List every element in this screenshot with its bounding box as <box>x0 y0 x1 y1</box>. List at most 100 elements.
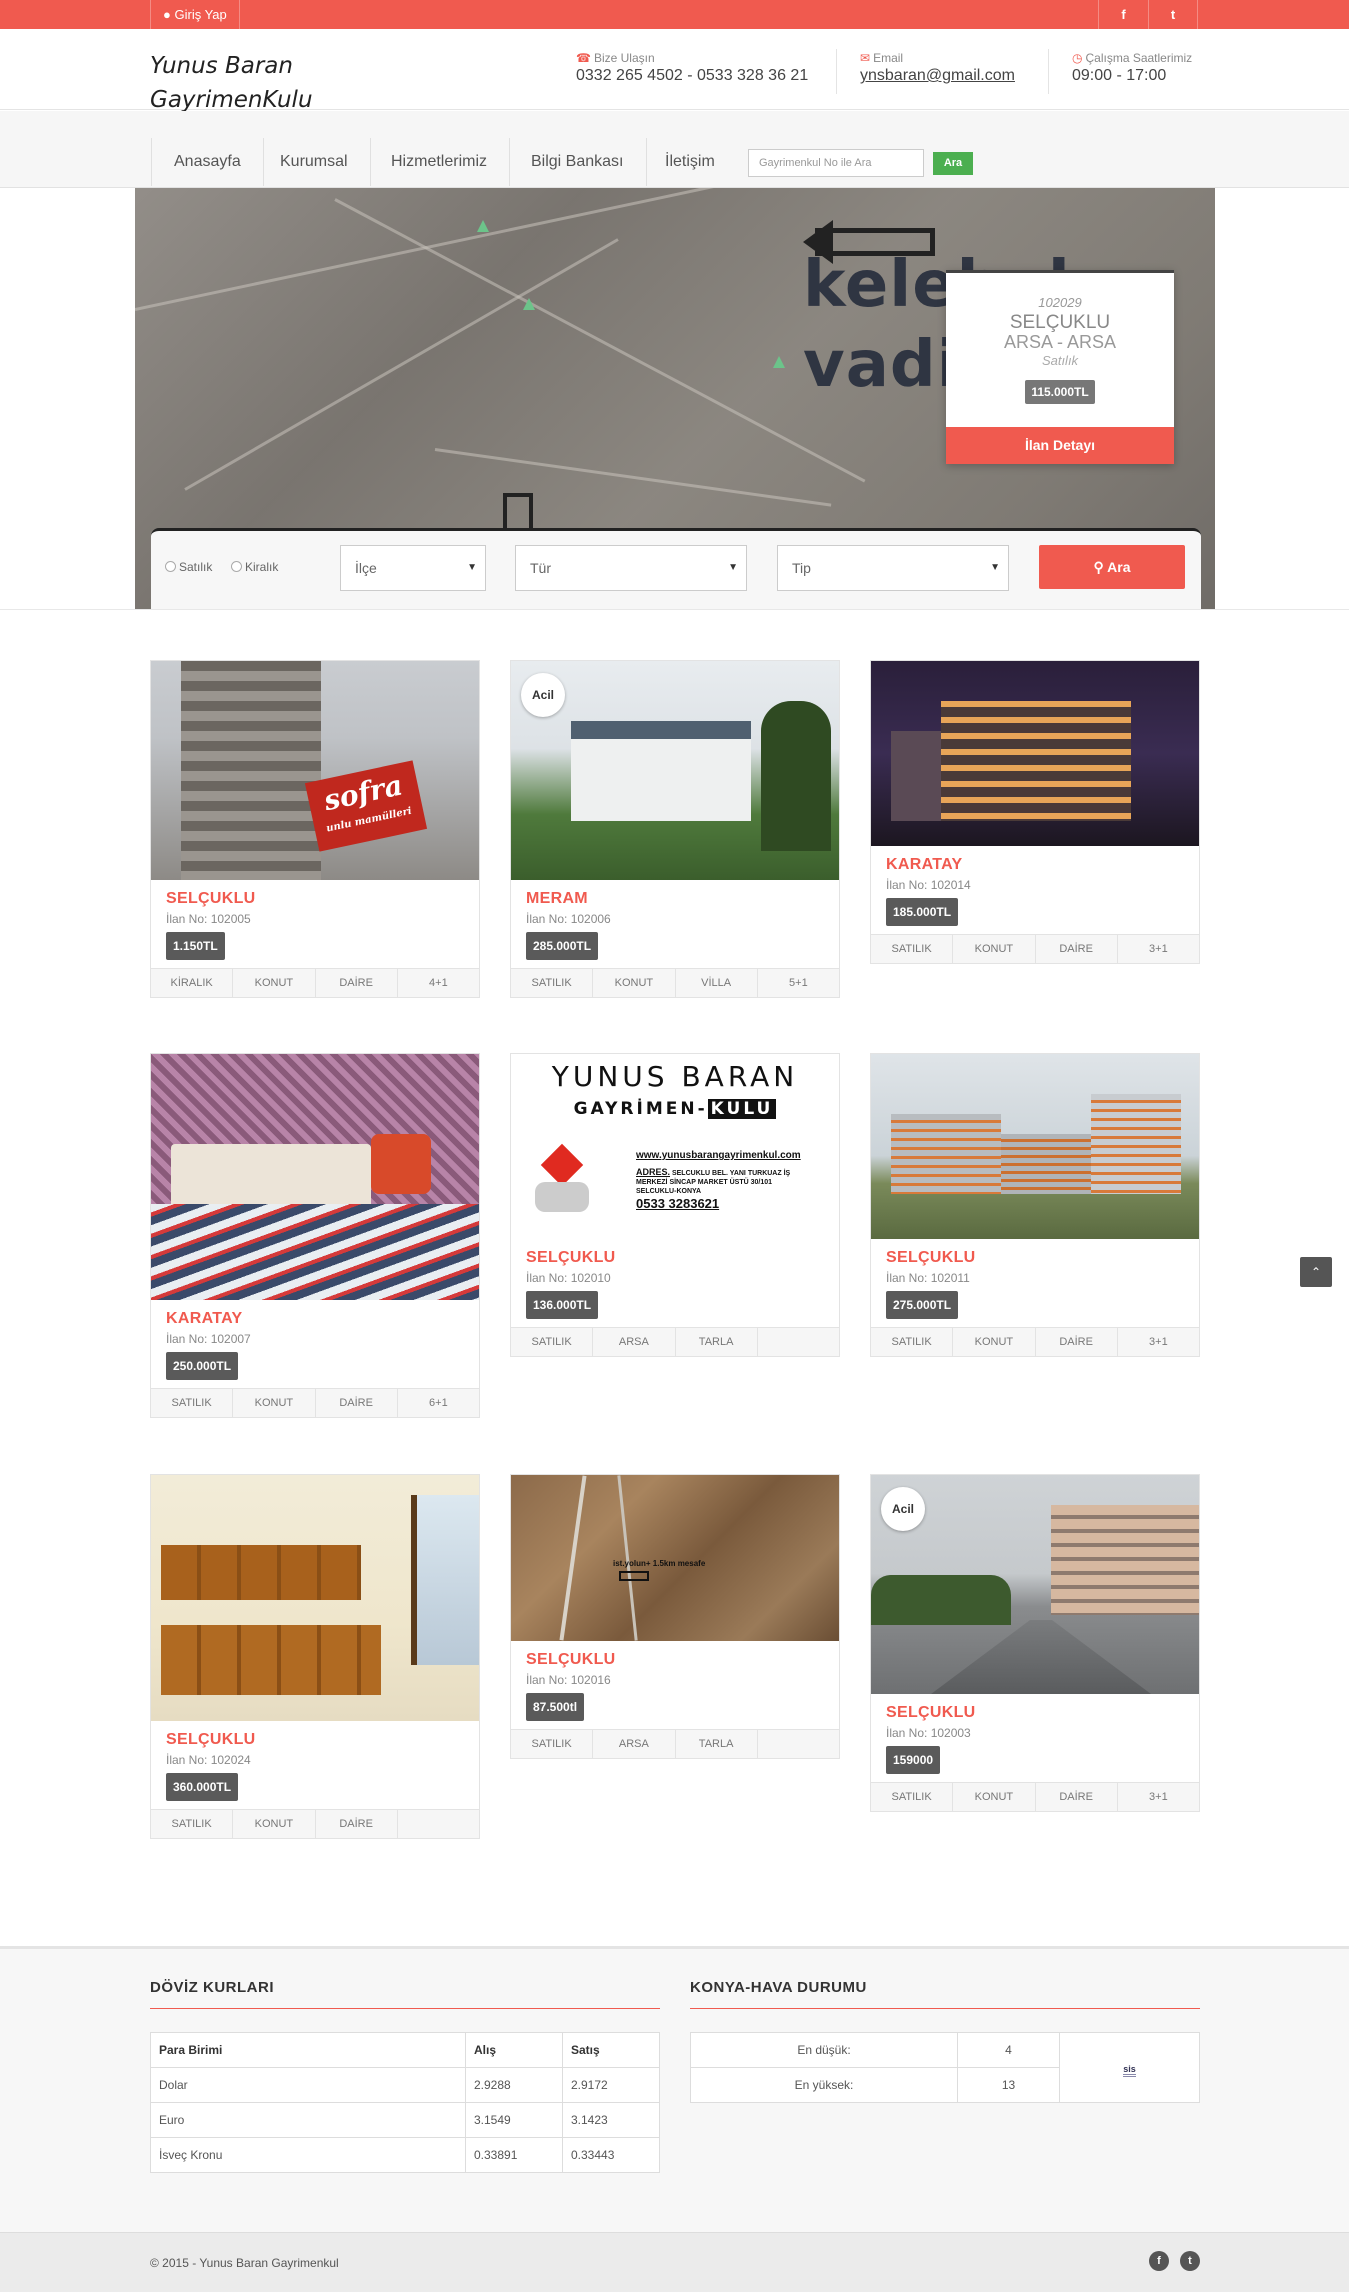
listing-no: İlan No: 102016 <box>526 1673 611 1687</box>
listing-tag: KONUT <box>953 1783 1036 1811</box>
promo-address: SELCUKLU BEL. YANI TURKUAZ İŞ <box>671 1170 791 1177</box>
listing-card[interactable]: YUNUS BARAN GAYRİMEN- KULU www.yunusbaran… <box>510 1053 840 1357</box>
listing-card[interactable]: Acil MERAM İlan No: 102006 285.000TL SAT… <box>510 660 840 998</box>
listing-tag: DAİRE <box>316 1389 398 1417</box>
listing-tag: KONUT <box>953 1328 1036 1356</box>
listing-card[interactable]: SELÇUKLU İlan No: 102024 360.000TL SATIL… <box>150 1474 480 1839</box>
doviz-title: DÖVİZ KURLARI <box>150 1979 660 2009</box>
radio-satilik-label: Satılık <box>179 560 213 574</box>
table-header-row: Para Birimi Alış Satış <box>150 2032 660 2068</box>
caret-down-icon: ▼ <box>990 562 1000 573</box>
listing-photo <box>871 661 1199 846</box>
clock-icon: ◷ <box>1072 51 1083 65</box>
listing-tag: SATILIK <box>151 1810 234 1838</box>
listing-no: İlan No: 102005 <box>166 912 251 926</box>
featured-listing-city: SELÇUKLU <box>1009 312 1111 333</box>
listing-no: İlan No: 102011 <box>886 1271 970 1285</box>
listing-card[interactable]: ist.yolun+ 1.5km mesafe SELÇUKLU İlan No… <box>510 1474 840 1759</box>
table-header: Alış <box>465 2032 563 2068</box>
facebook-icon[interactable]: f <box>1149 2251 1169 2271</box>
facebook-icon[interactable]: f <box>1098 0 1148 29</box>
listing-price: 159000 <box>886 1746 941 1774</box>
listing-no: İlan No: 102006 <box>526 912 611 926</box>
listing-tag: DAİRE <box>1036 935 1118 963</box>
ilan-no-search-button[interactable]: Ara <box>933 152 973 175</box>
listing-city[interactable]: KARATAY <box>886 856 1184 874</box>
twitter-icon[interactable]: t <box>1180 2251 1200 2271</box>
building-render <box>891 1114 1001 1194</box>
listing-detail-button[interactable]: İlan Detayı <box>946 427 1174 464</box>
promo-address: MERKEZİ SİNCAP MARKET ÜSTÜ 30/101 <box>636 1179 773 1186</box>
table-cell: 0.33443 <box>562 2137 660 2173</box>
radio-kiralik[interactable]: Kiralık <box>231 560 278 574</box>
twitter-icon[interactable]: t <box>1148 0 1198 29</box>
featured-listing-card[interactable]: 102029 SELÇUKLU ARSA - ARSA Satılık 115.… <box>946 270 1174 464</box>
tip-select[interactable]: Tip ▼ <box>777 545 1009 591</box>
listing-card[interactable]: sofra unlu mamülleri SELÇUKLU İlan No: 10… <box>150 660 480 998</box>
table-cell: Dolar <box>150 2067 466 2103</box>
ilan-no-search-input[interactable]: Gayrimenkul No ile Ara <box>748 149 924 177</box>
listing-tags: SATILIK KONUT DAİRE 3+1 <box>871 1327 1199 1356</box>
ilce-select[interactable]: İlçe ▼ <box>340 545 486 591</box>
nav-item-hizmetlerimiz[interactable]: Hizmetlerimiz <box>369 138 510 186</box>
listing-city[interactable]: KARATAY <box>166 1310 464 1328</box>
envelope-icon: ✉ <box>860 51 871 65</box>
ilce-select-value: İlçe <box>355 560 377 576</box>
login-link[interactable]: ● Giriş Yap <box>150 0 240 29</box>
tur-select[interactable]: Tür ▼ <box>515 545 747 591</box>
listing-no: İlan No: 102024 <box>166 1753 251 1767</box>
listing-city[interactable]: SELÇUKLU <box>886 1249 1184 1267</box>
listing-tag: SATILIK <box>871 1783 954 1811</box>
listing-city[interactable]: MERAM <box>526 890 824 908</box>
listing-city[interactable]: SELÇUKLU <box>166 1731 464 1749</box>
listing-card[interactable]: KARATAY İlan No: 102007 250.000TL SATILI… <box>150 1053 480 1418</box>
table-cell: 2.9288 <box>465 2067 563 2103</box>
listing-city[interactable]: SELÇUKLU <box>166 890 464 908</box>
nav-item-bilgi-bankasi[interactable]: Bilgi Bankası <box>509 138 647 186</box>
site-logo[interactable]: Yunus Baran GayrimenKulu <box>150 49 380 117</box>
listing-price: 250.000TL <box>166 1352 239 1380</box>
map-marker-icon <box>477 220 489 232</box>
listing-city[interactable]: SELÇUKLU <box>886 1704 1184 1722</box>
radio-satilik[interactable]: Satılık <box>165 560 212 574</box>
weather-max-label: En yüksek: <box>690 2067 958 2103</box>
building-render <box>941 701 1131 821</box>
nav-item-kurumsal[interactable]: Kurumsal <box>258 138 371 186</box>
listing-tag: 3+1 <box>1149 943 1168 955</box>
building-render-side <box>891 731 941 821</box>
table-cell: 0.33891 <box>465 2137 563 2173</box>
listing-price: 185.000TL <box>886 898 959 926</box>
listing-city[interactable]: SELÇUKLU <box>526 1651 824 1669</box>
back-to-top-button[interactable]: ⌃ <box>1300 1257 1332 1287</box>
listing-photo: ist.yolun+ 1.5km mesafe <box>511 1475 839 1641</box>
listing-card[interactable]: Acil SELÇUKLU İlan No: 102003 159000 SAT… <box>870 1474 1200 1812</box>
footer-widgets: DÖVİZ KURLARI Para Birimi Alış Satış Dol… <box>0 1946 1349 2232</box>
listing-photo <box>871 1054 1199 1239</box>
kitchen-upper-cabinets <box>161 1545 361 1600</box>
nav-item-iletisim[interactable]: İletişim <box>643 138 737 186</box>
listing-card[interactable]: KARATAY İlan No: 102014 185.000TL SATILI… <box>870 660 1200 964</box>
featured-listing-type: ARSA - ARSA <box>1003 332 1117 352</box>
tree-shape <box>761 701 831 851</box>
listing-tag: KİRALIK <box>151 969 234 997</box>
street-shape <box>931 1620 1151 1694</box>
phone-value: 0332 265 4502 - 0533 328 36 21 <box>576 67 809 84</box>
listing-tag: KONUT <box>953 935 1036 963</box>
listing-card[interactable]: SELÇUKLU İlan No: 102011 275.000TL SATIL… <box>870 1053 1200 1357</box>
listing-no: İlan No: 102014 <box>886 878 971 892</box>
listing-tag: 3+1 <box>1149 1791 1168 1803</box>
user-icon: ● <box>163 7 171 22</box>
map-bracket <box>503 493 533 533</box>
listing-city[interactable]: SELÇUKLU <box>526 1249 824 1267</box>
weather-min-label: En düşük: <box>690 2032 958 2068</box>
promo-address-label: ADRES. <box>636 1167 671 1177</box>
featured-listing-price: 115.000TL <box>1025 380 1095 404</box>
listing-no: İlan No: 102007 <box>166 1332 251 1346</box>
email-link[interactable]: ynsbaran@gmail.com <box>860 67 1015 85</box>
nav-item-anasayfa[interactable]: Anasayfa <box>151 138 264 186</box>
search-button[interactable]: ⚲ Ara <box>1039 545 1185 589</box>
sofra-sign: sofra unlu mamülleri <box>304 760 428 852</box>
contact-phone: ☎ Bize Ulaşın 0332 265 4502 - 0533 328 36… <box>576 51 808 85</box>
listing-photo: Acil <box>511 661 839 880</box>
listing-price: 1.150TL <box>166 932 225 960</box>
